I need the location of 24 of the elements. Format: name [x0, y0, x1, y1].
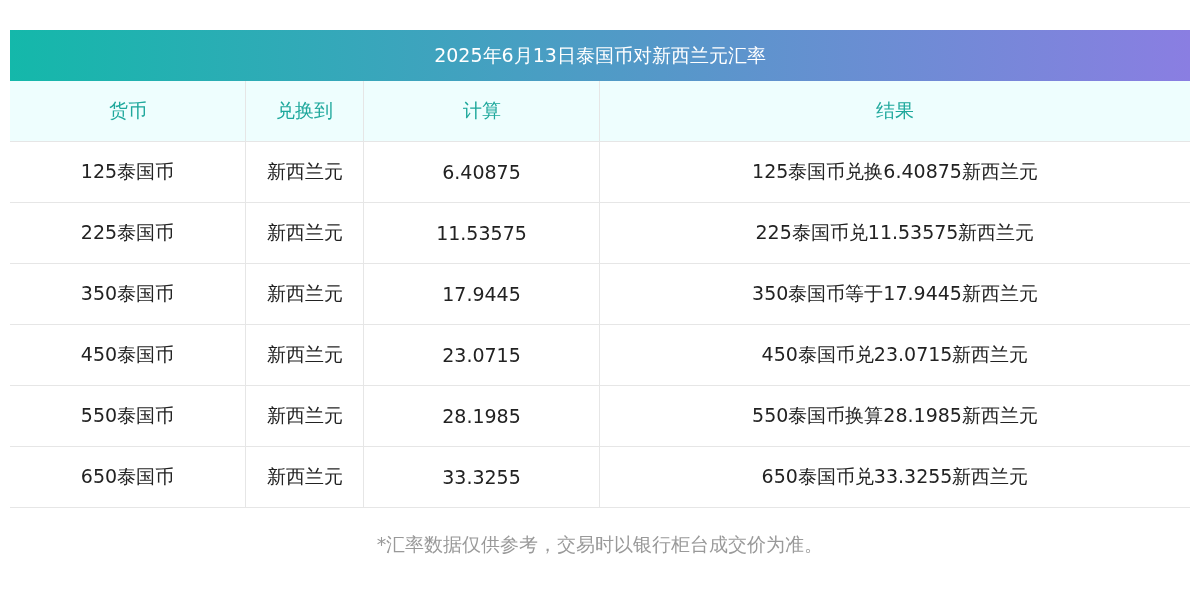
- table-cell: 17.9445: [363, 264, 599, 325]
- table-cell: 650泰国币兑33.3255新西兰元: [599, 447, 1190, 508]
- table-cell: 新西兰元: [245, 203, 363, 264]
- table-cell: 450泰国币兑23.0715新西兰元: [599, 325, 1190, 386]
- table-cell: 11.53575: [363, 203, 599, 264]
- table-cell: 23.0715: [363, 325, 599, 386]
- table-title: 2025年6月13日泰国币对新西兰元汇率: [10, 30, 1190, 81]
- table-cell: 350泰国币等于17.9445新西兰元: [599, 264, 1190, 325]
- column-header: 货币: [10, 81, 245, 142]
- table-cell: 125泰国币兑换6.40875新西兰元: [599, 142, 1190, 203]
- column-header: 计算: [363, 81, 599, 142]
- table-cell: 550泰国币换算28.1985新西兰元: [599, 386, 1190, 447]
- table-cell: 新西兰元: [245, 264, 363, 325]
- footnote: *汇率数据仅供参考，交易时以银行柜台成交价为准。: [375, 532, 825, 557]
- table-cell: 新西兰元: [245, 386, 363, 447]
- table-cell: 新西兰元: [245, 325, 363, 386]
- column-header: 结果: [599, 81, 1190, 142]
- table-cell: 28.1985: [363, 386, 599, 447]
- table-cell: 225泰国币兑11.53575新西兰元: [599, 203, 1190, 264]
- table-cell: 新西兰元: [245, 142, 363, 203]
- table-cell: 33.3255: [363, 447, 599, 508]
- table-cell: 新西兰元: [245, 447, 363, 508]
- table-cell: 6.40875: [363, 142, 599, 203]
- column-header: 兑换到: [245, 81, 363, 142]
